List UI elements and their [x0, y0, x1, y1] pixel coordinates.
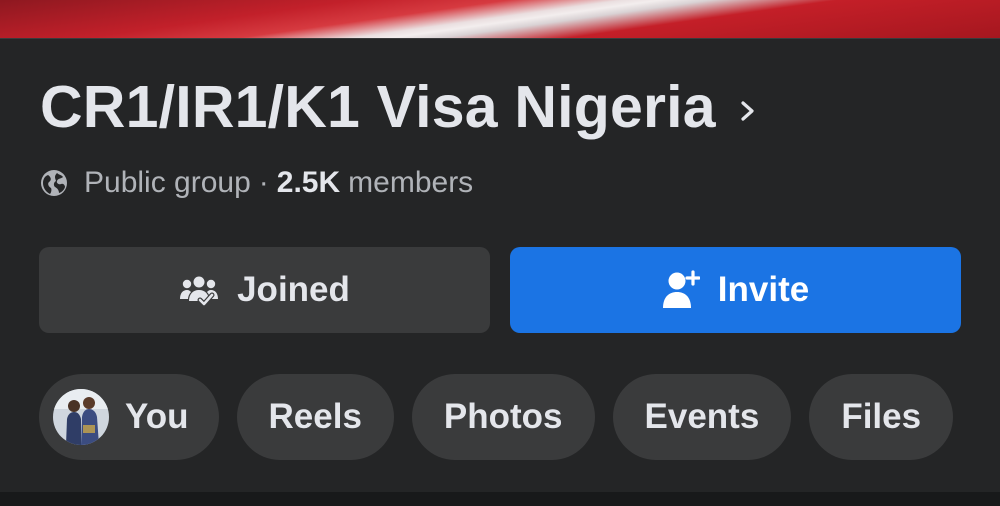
tab-events[interactable]: Events: [612, 374, 792, 460]
tab-events-label: Events: [644, 397, 760, 436]
avatar: [53, 389, 109, 445]
section-divider: [0, 492, 1000, 506]
meta-separator: ·: [258, 166, 269, 199]
add-person-icon: [662, 270, 700, 308]
group-tabs: You Reels Photos Events Files: [39, 374, 954, 460]
tab-files[interactable]: Files: [809, 374, 954, 460]
group-title[interactable]: CR1/IR1/K1 Visa Nigeria: [40, 78, 716, 137]
tab-you-label: You: [125, 397, 189, 436]
joined-button[interactable]: Joined: [39, 247, 490, 333]
tab-files-label: Files: [841, 397, 922, 436]
joined-label: Joined: [237, 270, 350, 309]
group-meta: Public group · 2.5K members: [40, 166, 473, 200]
invite-button[interactable]: Invite: [510, 247, 961, 333]
member-count-suffix[interactable]: members: [348, 166, 473, 200]
invite-label: Invite: [717, 270, 810, 309]
group-cover-photo[interactable]: [0, 0, 1000, 39]
tab-you[interactable]: You: [39, 374, 219, 460]
tab-reels[interactable]: Reels: [236, 374, 394, 460]
tab-photos-label: Photos: [443, 397, 563, 436]
member-count[interactable]: 2.5K: [277, 166, 340, 200]
globe-icon: [41, 170, 67, 196]
tab-reels-label: Reels: [268, 397, 362, 436]
tab-photos[interactable]: Photos: [411, 374, 595, 460]
group-members-icon: [180, 276, 219, 306]
privacy-label: Public group: [84, 166, 251, 199]
chevron-right-icon[interactable]: [738, 96, 758, 126]
group-title-row[interactable]: CR1/IR1/K1 Visa Nigeria: [40, 78, 758, 137]
